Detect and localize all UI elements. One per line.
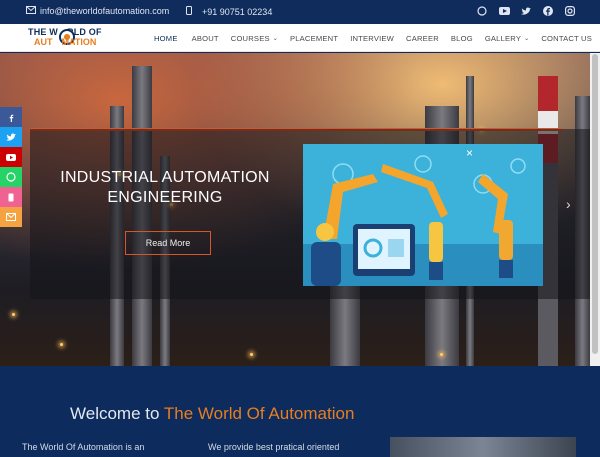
intro-text-middle: We provide best pratical oriented	[208, 442, 340, 452]
envelope-icon	[26, 6, 36, 16]
site-logo[interactable]: THE W RLD OF AUT MATION	[28, 26, 112, 50]
facebook-icon[interactable]	[542, 5, 554, 17]
nav-about[interactable]: ABOUT	[192, 34, 219, 43]
welcome-heading: Welcome to The World Of Automation	[70, 404, 355, 423]
youtube-icon[interactable]	[0, 147, 22, 167]
plant-light	[60, 343, 63, 346]
social-share-bar	[0, 107, 22, 227]
nav-menu: HOME ABOUT COURSES ⌄ PLACEMENT INTERVIEW …	[154, 24, 592, 52]
close-icon[interactable]: ×	[466, 146, 473, 160]
nav-blog[interactable]: BLOG	[451, 34, 473, 43]
scrollbar-thumb[interactable]	[592, 54, 598, 354]
nav-courses[interactable]: COURSES ⌄	[231, 34, 278, 43]
plant-light	[12, 313, 15, 316]
welcome-image	[390, 437, 576, 457]
intro-text-left: The World Of Automation is an	[22, 442, 145, 452]
nav-home[interactable]: HOME	[154, 34, 178, 43]
welcome-section: Welcome to The World Of Automation The W…	[0, 366, 600, 457]
hero-title: INDUSTRIAL AUTOMATION ENGINEERING	[60, 169, 270, 206]
top-bar: info@theworldofautomation.com +91 90751 …	[0, 0, 600, 24]
chevron-down-icon: ⌄	[272, 35, 278, 42]
main-navbar: THE W RLD OF AUT MATION HOME ABOUT COURSES…	[0, 24, 600, 52]
nav-gallery[interactable]: GALLERY ⌄	[485, 34, 530, 43]
email-icon[interactable]	[0, 207, 22, 227]
robot-arm-illustration	[303, 144, 543, 286]
email-text: info@theworldofautomation.com	[40, 6, 170, 16]
plant-light	[250, 353, 253, 356]
nav-career[interactable]: CAREER	[406, 34, 439, 43]
whatsapp-icon[interactable]	[0, 167, 22, 187]
phone-icon	[186, 6, 192, 17]
read-more-button[interactable]: Read More	[125, 231, 211, 255]
email-contact[interactable]: info@theworldofautomation.com	[26, 6, 169, 16]
twitter-icon[interactable]	[0, 127, 22, 147]
facebook-icon[interactable]	[0, 107, 22, 127]
nav-interview[interactable]: INTERVIEW	[350, 34, 394, 43]
next-slide-arrow-icon[interactable]: ›	[566, 196, 571, 212]
plant-light	[440, 353, 443, 356]
whatsapp-icon[interactable]	[476, 5, 488, 17]
youtube-icon[interactable]	[498, 5, 510, 17]
logo-line-2: AUT MATION	[34, 37, 97, 47]
sms-icon[interactable]	[0, 187, 22, 207]
phone-text: +91 90751 02234	[202, 6, 273, 17]
instagram-icon[interactable]	[564, 5, 576, 17]
topbar-social-links	[476, 5, 576, 17]
chevron-down-icon: ⌄	[524, 35, 530, 42]
phone-contact[interactable]: +91 90751 02234	[186, 6, 272, 17]
nav-contact-us[interactable]: CONTACT US	[541, 34, 592, 43]
twitter-icon[interactable]	[520, 5, 532, 17]
nav-placement[interactable]: PLACEMENT	[290, 34, 338, 43]
